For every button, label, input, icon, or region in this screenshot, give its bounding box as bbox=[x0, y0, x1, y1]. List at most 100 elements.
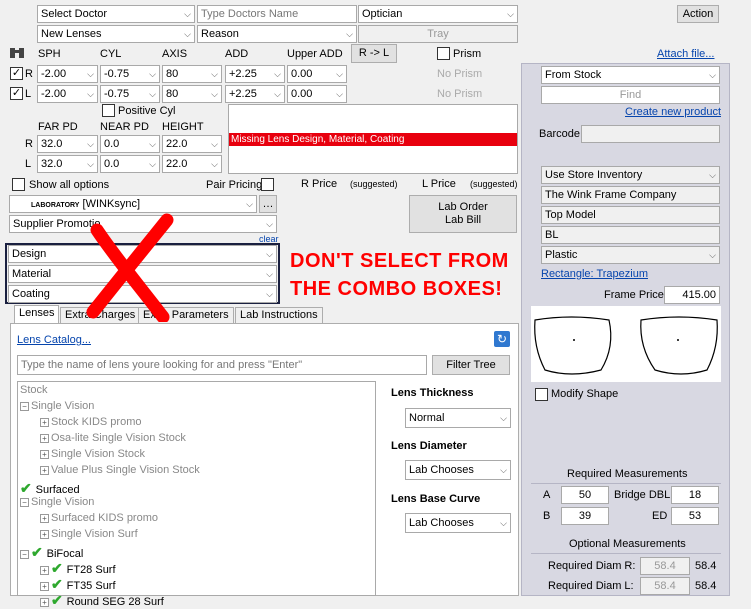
lab-order-button[interactable]: Lab Order Lab Bill bbox=[409, 195, 517, 233]
frame-company-field[interactable]: The Wink Frame Company bbox=[541, 186, 720, 204]
expand-icon[interactable]: + bbox=[40, 449, 49, 459]
tree-item[interactable]: + Single Vision Surf bbox=[40, 528, 138, 540]
tab-lenses[interactable]: Lenses bbox=[14, 305, 60, 324]
frame-model-field[interactable]: Top Model bbox=[541, 206, 720, 224]
doctor-select[interactable]: Select Doctor ⌵ bbox=[37, 5, 195, 23]
collapse-icon[interactable]: − bbox=[20, 497, 29, 507]
right-add-value: +2.25 bbox=[229, 68, 257, 80]
bridge-field[interactable]: 18 bbox=[671, 486, 719, 504]
inventory-select[interactable]: Use Store Inventory ⌵ bbox=[541, 166, 720, 184]
role-select[interactable]: Optician ⌵ bbox=[358, 5, 518, 23]
modify-shape-checkbox[interactable] bbox=[535, 388, 548, 401]
lens-thickness-select[interactable]: Normal ⌵ bbox=[405, 408, 511, 428]
right-near-pd-select[interactable]: 0.0 ⌵ bbox=[100, 135, 160, 153]
tree-item[interactable]: Stock bbox=[20, 384, 48, 396]
barcode-input[interactable] bbox=[581, 125, 720, 143]
prism-checkbox[interactable] bbox=[437, 47, 450, 60]
check-icon: ✔ bbox=[20, 480, 36, 496]
diam-l-field[interactable]: 58.4 bbox=[640, 577, 690, 595]
right-add-select[interactable]: +2.25 ⌵ bbox=[225, 65, 285, 83]
refresh-icon[interactable]: ↻ bbox=[494, 331, 510, 347]
left-sph-select[interactable]: -2.00 ⌵ bbox=[37, 85, 98, 103]
frame-material-select[interactable]: Plastic ⌵ bbox=[541, 246, 720, 264]
lab-order-label: Lab Order bbox=[438, 201, 488, 213]
tab-lab-instructions[interactable]: Lab Instructions bbox=[235, 307, 323, 324]
tree-item[interactable]: − ✔ BiFocal bbox=[20, 544, 83, 561]
expand-icon[interactable]: + bbox=[40, 417, 49, 427]
r-to-l-button[interactable]: R -> L bbox=[351, 44, 397, 63]
expand-icon[interactable]: + bbox=[40, 465, 49, 475]
tree-item[interactable]: + Stock KIDS promo bbox=[40, 416, 141, 428]
tree-item-label: Round SEG 28 Surf bbox=[66, 596, 164, 608]
lens-diameter-select[interactable]: Lab Chooses ⌵ bbox=[405, 460, 511, 480]
laboratory-browse-button[interactable]: … bbox=[259, 195, 277, 213]
laboratory-select[interactable]: LABORATORY [WINKsync] ⌵ bbox=[9, 195, 257, 213]
pair-pricing-checkbox[interactable] bbox=[261, 178, 274, 191]
frame-find-button[interactable]: Find bbox=[541, 86, 720, 104]
tray-field[interactable]: Tray bbox=[358, 25, 518, 43]
right-sph-select[interactable]: -2.00 ⌵ bbox=[37, 65, 98, 83]
collapse-icon[interactable]: − bbox=[20, 549, 29, 559]
right-axis-select[interactable]: 80 ⌵ bbox=[162, 65, 222, 83]
left-axis-select[interactable]: 80 ⌵ bbox=[162, 85, 222, 103]
positive-cyl-checkbox[interactable] bbox=[102, 104, 115, 117]
tree-item[interactable]: − Single Vision bbox=[20, 496, 94, 508]
right-eye-checkbox[interactable]: ✓ bbox=[10, 67, 23, 80]
left-cyl-value: -0.75 bbox=[104, 88, 130, 100]
tree-item[interactable]: + Value Plus Single Vision Stock bbox=[40, 464, 200, 476]
tree-item[interactable]: − Single Vision bbox=[20, 400, 94, 412]
tree-item[interactable]: + ✔ FT35 Surf bbox=[40, 576, 116, 593]
tree-item-label: Value Plus Single Vision Stock bbox=[51, 464, 200, 476]
right-height-select[interactable]: 22.0 ⌵ bbox=[162, 135, 222, 153]
show-all-options-checkbox[interactable] bbox=[12, 178, 25, 191]
expand-icon[interactable]: + bbox=[40, 565, 49, 575]
right-no-prism: No Prism bbox=[437, 68, 483, 80]
b-field[interactable]: 39 bbox=[561, 507, 609, 525]
a-field[interactable]: 50 bbox=[561, 486, 609, 504]
tree-item[interactable]: + ✔ FT28 Surf bbox=[40, 560, 116, 577]
reason-select[interactable]: Reason ⌵ bbox=[197, 25, 357, 43]
attach-file-link[interactable]: Attach file... bbox=[657, 48, 714, 60]
tree-item[interactable]: + Single Vision Stock bbox=[40, 448, 145, 460]
right-far-pd-select[interactable]: 32.0 ⌵ bbox=[37, 135, 98, 153]
left-eye-checkbox[interactable]: ✓ bbox=[10, 87, 23, 100]
left-cyl-select[interactable]: -0.75 ⌵ bbox=[100, 85, 160, 103]
right-upper-add-select[interactable]: 0.00 ⌵ bbox=[287, 65, 347, 83]
left-add-select[interactable]: +2.25 ⌵ bbox=[225, 85, 285, 103]
filter-tree-button[interactable]: Filter Tree bbox=[432, 355, 510, 375]
ed-field[interactable]: 53 bbox=[671, 507, 719, 525]
chevron-down-icon: ⌵ bbox=[274, 69, 281, 79]
frame-source-select[interactable]: From Stock ⌵ bbox=[541, 66, 720, 84]
left-upper-add-select[interactable]: 0.00 ⌵ bbox=[287, 85, 347, 103]
diam-r-field[interactable]: 58.4 bbox=[640, 557, 690, 575]
doctor-name-input[interactable]: Type Doctors Name bbox=[197, 5, 357, 23]
expand-icon[interactable]: + bbox=[40, 529, 49, 539]
frame-color-field[interactable]: BL bbox=[541, 226, 720, 244]
expand-icon[interactable]: + bbox=[40, 513, 49, 523]
binoculars-icon[interactable] bbox=[9, 45, 25, 59]
lens-search-input[interactable]: Type the name of lens youre looking for … bbox=[17, 355, 427, 375]
lens-catalog-link[interactable]: Lens Catalog... bbox=[17, 334, 91, 346]
tree-item[interactable]: + Osa-lite Single Vision Stock bbox=[40, 432, 186, 444]
role-select-value: Optician bbox=[362, 8, 403, 20]
right-cyl-select[interactable]: -0.75 ⌵ bbox=[100, 65, 160, 83]
expand-icon[interactable]: + bbox=[40, 581, 49, 591]
tree-item[interactable]: + ✔ Round SEG 28 Surf bbox=[40, 592, 164, 609]
create-new-product-link[interactable]: Create new product bbox=[625, 106, 721, 118]
tree-item-label: Single Vision Stock bbox=[51, 448, 145, 460]
lens-base-curve-select[interactable]: Lab Chooses ⌵ bbox=[405, 513, 511, 533]
left-near-pd-select[interactable]: 0.0 ⌵ bbox=[100, 155, 160, 173]
frame-shape-link[interactable]: Rectangle: Trapezium bbox=[541, 268, 648, 280]
expand-icon[interactable]: + bbox=[40, 597, 49, 607]
tree-item[interactable]: ✔ Surfaced bbox=[20, 480, 80, 497]
action-button[interactable]: Action bbox=[677, 5, 719, 23]
tree-item[interactable]: + Surfaced KIDS promo bbox=[40, 512, 158, 524]
expand-icon[interactable]: + bbox=[40, 433, 49, 443]
left-far-pd-select[interactable]: 32.0 ⌵ bbox=[37, 155, 98, 173]
collapse-icon[interactable]: − bbox=[20, 401, 29, 411]
left-upper-add-value: 0.00 bbox=[291, 88, 313, 100]
right-axis-value: 80 bbox=[166, 68, 179, 80]
lens-type-select[interactable]: New Lenses ⌵ bbox=[37, 25, 195, 43]
left-height-select[interactable]: 22.0 ⌵ bbox=[162, 155, 222, 173]
frame-price-field[interactable]: 415.00 bbox=[664, 286, 720, 304]
